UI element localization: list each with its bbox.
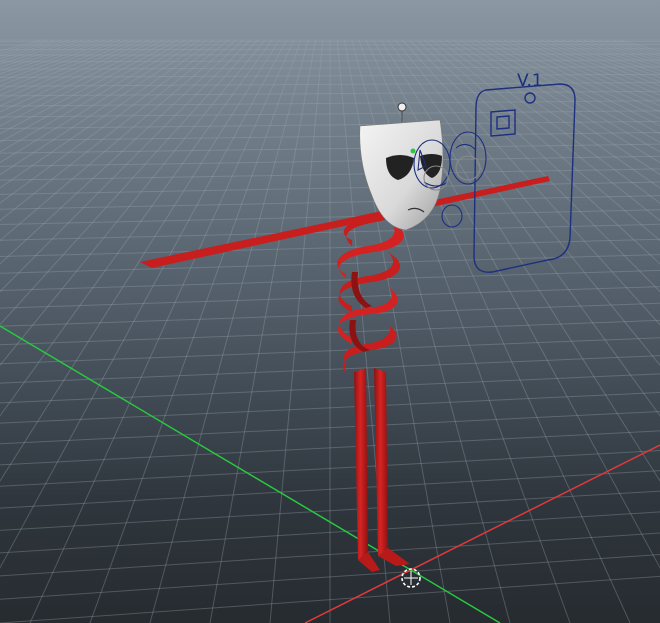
- grid-line: [0, 48, 660, 51]
- grid-line: [460, 39, 660, 164]
- grid-line: [554, 39, 660, 79]
- grid-line: [525, 39, 660, 96]
- spring-ribbon[interactable]: [337, 196, 410, 572]
- mask-head[interactable]: [359, 102, 444, 231]
- grid-line: [561, 39, 660, 75]
- viewport-scene[interactable]: V.1: [0, 0, 660, 623]
- axis-z-line: [0, 325, 501, 623]
- origin-pivot-icon[interactable]: [401, 568, 421, 588]
- grid-line: [510, 39, 660, 107]
- grid-line: [0, 39, 41, 52]
- mask-top-locator-icon[interactable]: [397, 102, 407, 112]
- grid-line: [518, 39, 660, 101]
- ground-grid: [0, 39, 660, 623]
- rig-label: V.1: [517, 71, 543, 91]
- grid-line: [532, 39, 660, 91]
- grid-line: [0, 39, 48, 55]
- 3d-viewport[interactable]: V.1: [0, 0, 660, 623]
- grid-line: [209, 39, 317, 623]
- grid-line: [496, 39, 660, 120]
